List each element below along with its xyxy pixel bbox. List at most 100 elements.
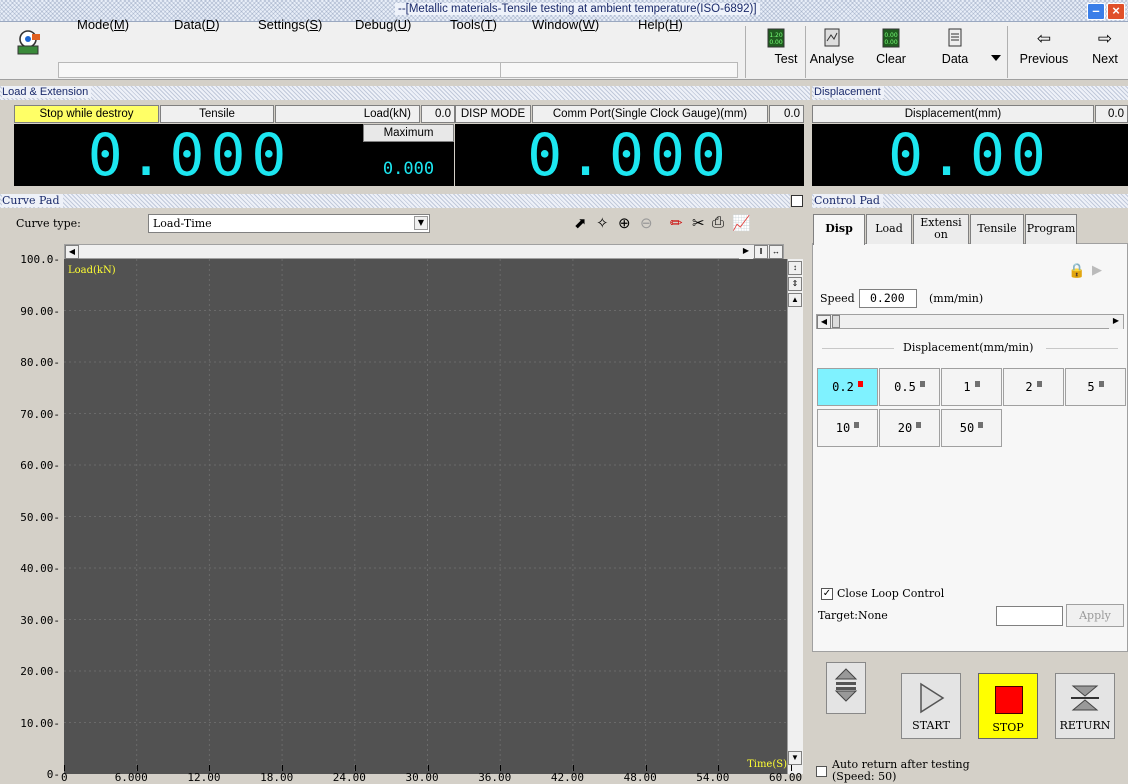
zoom-out-icon[interactable]: ⊖ [640,214,653,232]
minimize-icon: – [1092,3,1100,18]
speed-preset-button[interactable]: 20 [879,409,940,447]
menu-settings[interactable]: Settings(S) [258,17,322,32]
speed-preset-button[interactable]: 5 [1065,368,1126,406]
play-triangle-icon [920,682,945,714]
analyse-button[interactable]: Analyse [807,24,857,78]
menu-tools[interactable]: Tools(T) [450,17,497,32]
clear-button[interactable]: 0.00 0.00 Clear [868,24,914,78]
speed-preset-button[interactable]: 0.2 [817,368,878,406]
clear-icon: 0.00 0.00 [868,28,914,50]
vertical-scrollbar[interactable]: ↕ ⇕ ▲ ▼ [787,259,803,774]
auto-return-label: Auto return after testing (Speed: 50) [832,759,970,783]
fit-horizontal-icon[interactable]: ‖ [754,245,768,259]
displacement-lcd: 0.00 [812,124,1128,186]
menu-window[interactable]: Window(W) [532,17,599,32]
return-button[interactable]: RETURN [1055,673,1115,739]
speed-preset-button[interactable]: 0.5 [879,368,940,406]
play-icon[interactable]: ▶ [1092,262,1102,278]
minimize-button[interactable]: – [1087,3,1105,20]
print-icon[interactable]: ⎙ [712,214,724,231]
curve-type-select[interactable]: Load-Time ▼ [148,214,430,233]
compress-vertical-icon[interactable]: ⇕ [788,277,802,291]
next-button[interactable]: ⇨ Next [1083,24,1127,78]
apply-button[interactable]: Apply [1066,604,1124,627]
extension-lcd: 0.000 [455,124,804,186]
pointer-icon[interactable]: ⬈ [574,214,587,232]
data-label: Data [941,52,969,66]
y-tick-label: 70.00- [20,407,60,421]
test-button[interactable]: 1.20 0.00 Test [752,24,800,78]
auto-return-checkbox[interactable] [816,766,827,777]
return-label: RETURN [1059,719,1111,732]
pen-icon[interactable]: ✏ [670,214,683,232]
speed-slider[interactable]: ◀ ▶ [816,314,1124,329]
speed-preset-button[interactable]: 1 [941,368,1002,406]
y-tick-label: 90.00- [20,304,60,318]
y-tick-label: 30.00- [20,613,60,627]
speed-preset-button[interactable]: 10 [817,409,878,447]
start-button[interactable]: START [901,673,961,739]
close-button[interactable]: × [1107,3,1125,20]
menu-mode[interactable]: Mode(M) [77,17,129,32]
analyse-label: Analyse [809,52,855,66]
tab-extension[interactable]: Extensi on [913,214,969,244]
expand-horizontal-icon[interactable]: ↔ [769,245,783,259]
crosshair-icon[interactable]: ✧ [596,214,609,232]
data-icon [930,28,980,50]
tab-load[interactable]: Load [866,214,912,244]
maximize-pane-icon[interactable] [791,195,803,207]
lock-icon[interactable]: 🔒 [1068,262,1085,279]
disp-mode-field[interactable]: DISP MODE [455,105,531,123]
slider-thumb[interactable] [832,315,840,328]
stop-mode-field[interactable]: Stop while destroy [14,105,159,123]
displacement-header: Displacement [812,86,1128,100]
load-unit-field[interactable]: Load(kN) [275,105,420,123]
window-title: --[Metallic materials-Tensile testing at… [395,3,760,15]
close-loop-label: Close Loop Control [837,587,945,600]
tab-tensile[interactable]: Tensile [970,214,1024,244]
previous-label: Previous [1019,52,1069,66]
menu-help[interactable]: Help(H) [638,17,683,32]
slider-left-icon[interactable]: ◀ [817,315,831,329]
scroll-down-icon[interactable]: ▼ [788,751,802,765]
horizontal-scrollbar[interactable]: ◀ ▶ ‖ ↔ [64,244,784,259]
zoom-in-icon[interactable]: ⊕ [618,214,631,232]
flag-icon [1098,381,1104,387]
fit-vertical-icon[interactable]: ↕ [788,261,802,275]
x-tick-label: 12.00 [187,771,221,784]
slider-right-icon[interactable]: ▶ [1109,315,1123,329]
scroll-left-icon[interactable]: ◀ [65,245,79,259]
test-type-field[interactable]: Tensile [160,105,274,123]
data-dropdown-icon[interactable] [991,50,1001,64]
tab-disp[interactable]: Disp [813,214,865,245]
comm-port-field[interactable]: Comm Port(Single Clock Gauge)(mm) [532,105,768,123]
displacement-group-label: Displacement(mm/min) [903,341,1034,354]
scroll-up-icon[interactable]: ▲ [788,293,802,307]
target-input[interactable] [996,606,1063,626]
close-loop-checkbox[interactable]: ✓ [821,588,833,600]
menu-debug[interactable]: Debug(U) [355,17,411,32]
flag-icon [919,381,925,387]
cut-icon[interactable]: ✂ [692,214,705,232]
speed-preset-button[interactable]: 50 [941,409,1002,447]
x-tick-label: 48.00 [623,771,657,784]
plot-area[interactable]: Load(kN) Time(S) [64,259,791,774]
speed-preset-button[interactable]: 2 [1003,368,1064,406]
analyse-icon [807,28,857,50]
stop-button[interactable]: STOP [978,673,1038,739]
jog-button[interactable] [826,662,866,714]
previous-button[interactable]: ⇦ Previous [1013,24,1075,78]
y-axis-label: Load(kN) [68,265,116,276]
svg-text:0.00: 0.00 [884,39,898,46]
graph-toolbar: ⬈ ✧ ⊕ ⊖ ✏ ✂ ⎙ 📈 [572,214,782,234]
x-tick-label: 42.00 [550,771,585,784]
displacement-unit-field[interactable]: Displacement(mm) [812,105,1094,123]
chart-icon[interactable]: 📈 [732,214,751,232]
scroll-right-icon[interactable]: ▶ [739,245,753,259]
menu-data[interactable]: Data(D) [174,17,220,32]
speed-input[interactable]: 0.200 [859,289,917,308]
load-extension-header: Load & Extension [0,86,810,100]
status-divider [500,62,501,78]
data-button[interactable]: Data [930,24,980,78]
tab-program[interactable]: Program [1025,214,1077,244]
